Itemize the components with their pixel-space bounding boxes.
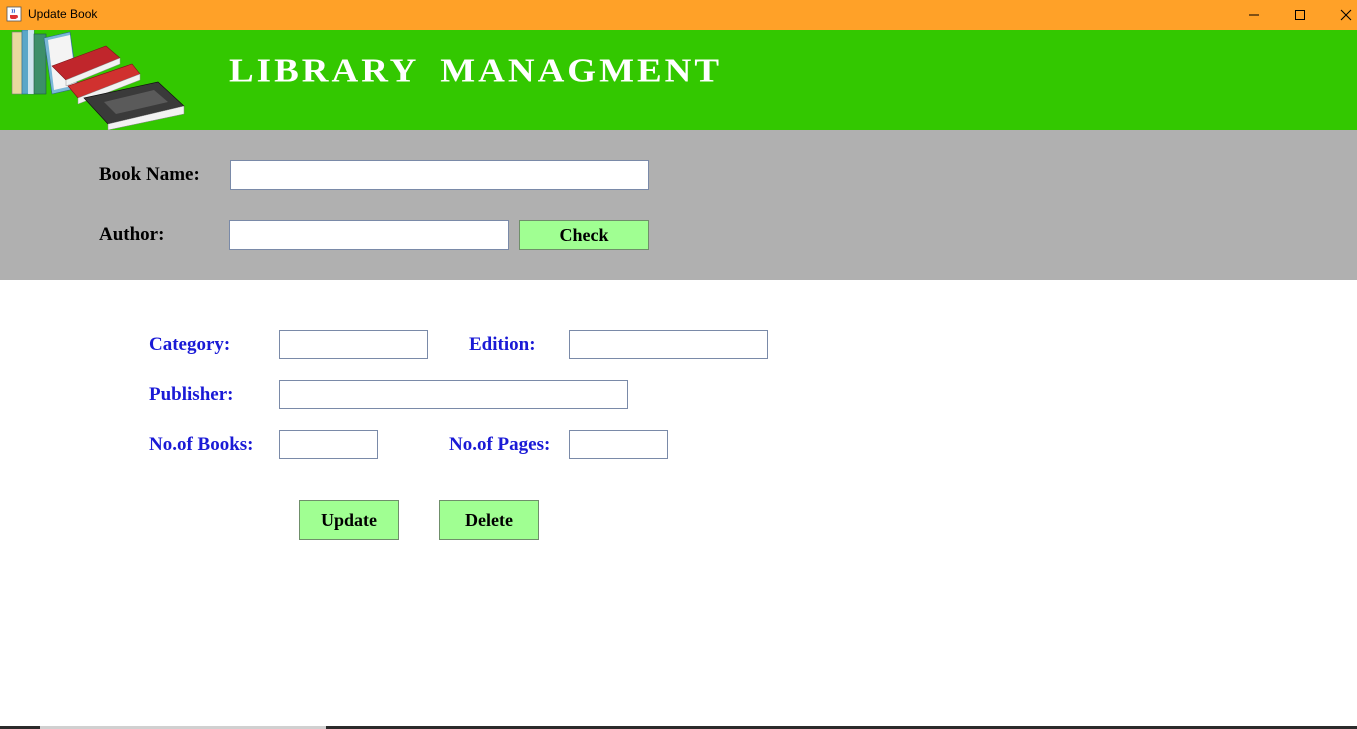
publisher-label: Publisher: (149, 384, 234, 405)
author-label: Author: (99, 224, 165, 245)
minimize-button[interactable] (1231, 0, 1277, 30)
window-titlebar[interactable]: Update Book (0, 0, 1357, 30)
window-title: Update Book (28, 7, 98, 21)
no-of-pages-input[interactable] (569, 430, 668, 459)
category-input[interactable] (279, 330, 428, 359)
header-banner: LIBRARY MANAGMENT (0, 30, 1357, 130)
page-title: LIBRARY MANAGMENT (229, 52, 723, 90)
close-button[interactable] (1323, 0, 1357, 30)
close-icon (1340, 9, 1352, 21)
category-label: Category: (149, 334, 231, 355)
maximize-button[interactable] (1277, 0, 1323, 30)
book-name-input[interactable] (230, 160, 649, 190)
maximize-icon (1295, 10, 1305, 20)
edition-label: Edition: (469, 334, 536, 355)
publisher-input[interactable] (279, 380, 628, 409)
minimize-icon (1249, 14, 1259, 16)
check-button[interactable]: Check (519, 220, 649, 250)
edition-input[interactable] (569, 330, 768, 359)
java-cup-icon (6, 6, 22, 22)
author-input[interactable] (229, 220, 509, 250)
no-of-books-label: No.of Books: (149, 434, 254, 455)
no-of-books-input[interactable] (279, 430, 378, 459)
book-name-label: Book Name: (99, 164, 200, 185)
books-stack-icon (11, 30, 185, 130)
update-button[interactable]: Update (299, 500, 399, 540)
no-of-pages-label: No.of Pages: (449, 434, 551, 455)
delete-button[interactable]: Delete (439, 500, 539, 540)
search-panel: Book Name: Author: Check (0, 130, 1357, 280)
